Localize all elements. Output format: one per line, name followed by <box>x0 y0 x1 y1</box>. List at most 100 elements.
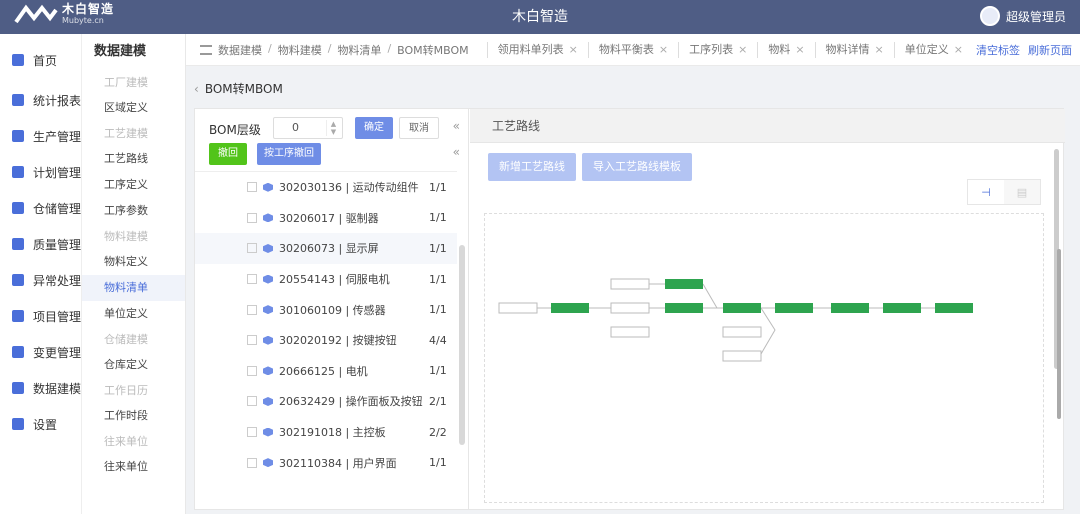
sidebar-item-label: 变更管理 <box>33 345 82 360</box>
back-icon[interactable]: ‹ <box>194 82 199 96</box>
tab[interactable]: 物料平衡表 × <box>587 41 678 58</box>
menu-partner[interactable]: 往来单位 <box>82 454 185 480</box>
sidebar-item[interactable]: 变更管理 <box>0 334 81 370</box>
flow-view-icon[interactable]: ⊣ <box>968 180 1004 204</box>
user-menu[interactable]: 超级管理员 <box>979 6 1066 26</box>
material-qty: 1/1 <box>429 272 447 286</box>
checkbox[interactable] <box>247 212 257 223</box>
menu-toggle-icon[interactable] <box>200 44 212 55</box>
sidebar-item[interactable]: 统计报表 <box>0 82 81 118</box>
sidebar-item-label: 设置 <box>33 417 58 432</box>
sidebar-item[interactable]: 仓储管理 <box>0 190 81 226</box>
cube-icon <box>263 396 273 406</box>
sidebar-item[interactable]: 首页 <box>0 38 81 82</box>
tab[interactable]: 物料 × <box>757 41 814 58</box>
tab[interactable]: 单位定义 × <box>893 41 973 58</box>
bom-level-input[interactable]: 0 ▲ ▼ <box>273 117 343 139</box>
tab[interactable]: 物料详情 × <box>814 41 894 58</box>
route-node <box>610 326 650 338</box>
page-tabs: 领用料单列表 × 物料平衡表 × 工序列表 × 物料 × 物料详情 × 单位定义 × <box>486 41 973 58</box>
add-route-button[interactable]: 新增工艺路线 <box>488 153 576 181</box>
clear-tabs-button[interactable]: 清空标签 <box>976 42 1020 58</box>
tree-row[interactable]: 20554143 | 伺服电机 1/1 <box>195 264 457 295</box>
route-node <box>610 278 650 290</box>
breadcrumb-item[interactable]: 数据建模 <box>218 42 262 58</box>
menu-route[interactable]: 工艺路线 <box>82 146 185 172</box>
tree-row[interactable]: 302030136 | 运动传动组件 1/1 <box>195 172 457 203</box>
stepper-icon[interactable]: ▲ ▼ <box>326 120 340 136</box>
tree-row[interactable]: 302020192 | 按键按钮 4/4 <box>195 325 457 356</box>
tree-row[interactable]: 30206017 | 驱制器 1/1 <box>195 203 457 234</box>
menu-material-def[interactable]: 物料定义 <box>82 249 185 275</box>
tab[interactable]: 工序列表 × <box>678 41 757 58</box>
cube-icon <box>263 335 273 345</box>
close-icon: × <box>658 42 669 56</box>
sidebar-item-label: 异常处理 <box>33 273 82 288</box>
sidebar-item-label: 数据建模 <box>33 381 82 396</box>
checkbox[interactable] <box>247 182 257 193</box>
cube-icon <box>263 243 273 253</box>
checkbox[interactable] <box>247 304 257 315</box>
sidebar-item-label: 统计报表 <box>33 93 82 108</box>
sidebar-item[interactable]: 质量管理 <box>0 226 81 262</box>
content-card: BOM层级 0 ▲ ▼ 确定 取消 « 撤回 按工序撤回 « 302030136 … <box>194 108 1065 510</box>
material-qty: 2/1 <box>429 394 447 408</box>
collapse-icon[interactable]: « <box>453 145 460 159</box>
route-node <box>723 303 761 313</box>
tree-row[interactable]: 20632429 | 操作面板及按钮 2/1 <box>195 386 457 417</box>
route-node <box>935 303 973 313</box>
sidebar-item[interactable]: 生产管理 <box>0 118 81 154</box>
sidebar-item[interactable]: 设置 <box>0 406 81 442</box>
cancel-button[interactable]: 取消 <box>399 117 439 139</box>
tree-row[interactable]: 302110384 | 用户界面 1/1 <box>195 447 457 478</box>
cube-icon <box>263 427 273 437</box>
menu-process-param[interactable]: 工序参数 <box>82 198 185 224</box>
material-name: 20632429 | 操作面板及按钮 <box>279 395 423 409</box>
menu-area-def[interactable]: 区域定义 <box>82 95 185 121</box>
table-view-icon[interactable]: ▤ <box>1004 180 1040 204</box>
menu-bom[interactable]: 物料清单 <box>82 275 185 301</box>
checkbox[interactable] <box>247 396 257 407</box>
sidebar-item-label: 首页 <box>33 53 58 68</box>
checkbox[interactable] <box>247 427 257 438</box>
checkbox[interactable] <box>247 335 257 346</box>
material-qty: 1/1 <box>429 456 447 470</box>
breadcrumb-item[interactable]: 物料清单 <box>337 42 381 58</box>
bom-panel: BOM层级 0 ▲ ▼ 确定 取消 « 撤回 按工序撤回 « 302030136 … <box>195 109 469 509</box>
cube-icon <box>263 458 273 468</box>
sidebar-item[interactable]: 数据建模 <box>0 370 81 406</box>
checkbox[interactable] <box>247 274 257 285</box>
close-icon: × <box>568 42 578 56</box>
checkbox[interactable] <box>247 457 257 468</box>
refresh-page-button[interactable]: 刷新页面 <box>1028 42 1072 58</box>
main-sidebar: 首页统计报表生产管理 计划管理 仓储管理 质量管理异常处理项目管理变更管理数据建模设置 <box>0 34 82 514</box>
confirm-button[interactable]: 确定 <box>355 117 393 139</box>
undo-by-process-button[interactable]: 按工序撤回 <box>257 143 321 165</box>
sidebar-item[interactable]: 项目管理 <box>0 298 81 334</box>
bom-level-label: BOM层级 <box>209 123 261 137</box>
tree-scrollbar[interactable] <box>459 245 465 445</box>
import-route-template-button[interactable]: 导入工艺路线模板 <box>582 153 692 181</box>
checkbox[interactable] <box>247 243 257 254</box>
material-name: 302191018 | 主控板 <box>279 426 386 440</box>
tree-row[interactable]: 30206073 | 显示屏 1/1 <box>195 233 457 264</box>
collapse-icon[interactable]: « <box>453 119 460 133</box>
sidebar-item[interactable]: 计划管理 <box>0 154 81 190</box>
route-scrollbar-thumb[interactable] <box>1057 249 1061 419</box>
tree-row[interactable]: 302191018 | 主控板 2/2 <box>195 417 457 448</box>
checkbox[interactable] <box>247 365 257 376</box>
menu-work-period[interactable]: 工作时段 <box>82 403 185 429</box>
page-title: ‹ BOM转MBOM <box>194 82 283 96</box>
menu-unit-def[interactable]: 单位定义 <box>82 301 185 327</box>
sidebar-item[interactable]: 异常处理 <box>0 262 81 298</box>
tree-row[interactable]: 301060109 | 传感器 1/1 <box>195 294 457 325</box>
breadcrumb-item[interactable]: 物料建模 <box>278 42 322 58</box>
menu-warehouse-def[interactable]: 仓库定义 <box>82 352 185 378</box>
route-node <box>665 303 703 313</box>
tab[interactable]: 领用料单列表 × <box>486 41 588 58</box>
tree-row[interactable]: 20666125 | 电机 1/1 <box>195 356 457 387</box>
route-canvas[interactable] <box>484 213 1044 503</box>
sidebar-item-label: 项目管理 <box>33 309 82 324</box>
menu-process-def[interactable]: 工序定义 <box>82 172 185 198</box>
undo-button[interactable]: 撤回 <box>209 143 247 165</box>
